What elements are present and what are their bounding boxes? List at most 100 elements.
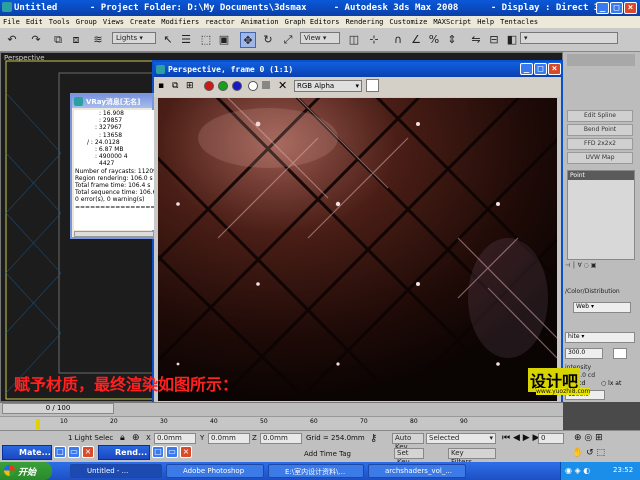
move-icon[interactable]: ✥ [240,32,256,48]
command-panel-tabs[interactable] [567,54,635,66]
key-filters-button[interactable]: Key Filters... [448,448,496,466]
red-channel-icon[interactable] [204,81,214,91]
viewport-label[interactable]: Perspective [4,54,45,62]
x-coordinate-field[interactable]: 0.0mm [154,433,196,444]
menu-reactor[interactable]: reactor [202,16,238,26]
selection-filter-dropdown[interactable]: Lights ▾ [112,32,156,44]
modifier-bend-button[interactable]: Bend Point [567,124,633,136]
absolute-mode-icon[interactable]: ⊕ [132,433,140,443]
modifier-ffd-button[interactable]: FFD 2x2x2 [567,138,633,150]
viewport-nav-icons[interactable]: ⊕ ◎ ⊞ [574,433,603,443]
mirror-icon[interactable]: ⇋ [468,32,484,48]
color-swatch[interactable] [366,79,379,92]
taskbar-item-archshaders[interactable]: archshaders_vol_... [368,464,466,478]
modifier-uvw-map-button[interactable]: UVW Map [567,152,633,164]
menu-file[interactable]: File [0,16,23,26]
menu-rendering[interactable]: Rendering [342,16,386,26]
menu-customize[interactable]: Customize [386,16,430,26]
pivot-center-icon[interactable]: ◫ [346,32,362,48]
modifier-stack-item[interactable]: Point [568,171,634,180]
menu-modifiers[interactable]: Modifiers [158,16,202,26]
render-close-button[interactable]: × [548,63,561,75]
taskbar-item-explorer[interactable]: E:\室内设计资料\... [268,464,364,478]
modifier-stack-list[interactable]: Point [567,170,635,260]
green-channel-icon[interactable] [218,81,228,91]
y-coordinate-field[interactable]: 0.0mm [208,433,250,444]
render-maximize-button[interactable]: □ [534,63,547,75]
menu-tentacles[interactable]: Tentacles [497,16,541,26]
kelvin-field[interactable]: 300.0 [565,348,603,359]
mini-maximize-button[interactable]: ▭ [68,446,80,458]
scale-icon[interactable]: ⤢ [280,32,296,48]
maximize-button[interactable]: □ [610,2,623,14]
named-selection-dropdown[interactable]: ▾ [520,32,618,44]
unlink-icon[interactable]: ⧈ [68,32,84,48]
mini-close-button[interactable]: × [82,446,94,458]
spinner-snap-icon[interactable]: ⇕ [444,32,460,48]
z-coordinate-field[interactable]: 0.0mm [260,433,302,444]
undo-icon[interactable]: ↶ [4,32,20,48]
redo-icon[interactable]: ↷ [28,32,44,48]
track-bar[interactable]: 10 20 30 40 50 60 70 80 90 [0,416,563,430]
select-object-icon[interactable]: ↖ [160,32,176,48]
lock-selection-icon[interactable]: 🔒︎ [120,433,125,443]
viewport-nav-icons-2[interactable]: ✋ ↺ ⬚ [572,448,605,458]
align-icon[interactable]: ⊟ [486,32,502,48]
monochrome-icon[interactable] [262,81,270,89]
close-button[interactable]: × [624,2,637,14]
mini-maximize-button[interactable]: ▭ [166,446,178,458]
clock[interactable]: 23:52 [613,466,633,474]
time-slider-thumb[interactable]: 0 / 100 [2,403,114,414]
rotate-icon[interactable]: ↻ [260,32,276,48]
bind-spacewarp-icon[interactable]: ≋ [90,32,106,48]
minimize-button[interactable]: _ [596,2,609,14]
mini-close-button[interactable]: × [180,446,192,458]
save-image-icon[interactable]: ▪ [158,81,164,91]
tray-icons[interactable]: ◉ ◈ ◐ [565,466,590,475]
current-frame-field[interactable]: 0 [538,433,564,444]
render-minimize-button[interactable]: _ [520,63,533,75]
alpha-channel-icon[interactable] [248,81,258,91]
menu-help[interactable]: Help [474,16,497,26]
render-setup-minimized[interactable]: Rend... [98,445,150,460]
select-by-name-icon[interactable]: ☰ [178,32,194,48]
add-time-tag[interactable]: Add Time Tag [304,450,351,458]
menu-create[interactable]: Create [127,16,158,26]
taskbar-item-photoshop[interactable]: Adobe Photoshop [166,464,264,478]
layer-manager-icon[interactable]: ◧ [504,32,520,48]
channel-dropdown[interactable]: RGB Alpha ▾ [294,80,362,92]
clear-icon[interactable]: ✕ [278,79,287,92]
menu-tools[interactable]: Tools [46,16,73,26]
vray-dialog-scrollbar[interactable] [74,231,154,237]
set-key-button[interactable]: Set Key [394,448,424,466]
auto-key-button[interactable]: Auto Key [392,433,424,451]
snaps-toggle-icon[interactable]: ∩ [390,32,406,48]
key-mode-dropdown[interactable]: Selected ▾ [426,433,496,444]
material-editor-minimized[interactable]: Mate... [2,445,52,460]
modifier-edit-spline-button[interactable]: Edit Spline [567,110,633,122]
menu-group[interactable]: Group [73,16,100,26]
copy-image-icon[interactable]: ⧉ [172,81,178,91]
stack-controls-icons[interactable]: ⊣ │ ∀ ◌ ▣ [565,262,637,272]
window-crossing-icon[interactable]: ▣ [216,32,232,48]
percent-snap-icon[interactable]: % [426,32,442,48]
menu-views[interactable]: Views [100,16,127,26]
key-icon[interactable]: ⚷ [370,433,377,444]
distribution-dropdown[interactable]: Web ▾ [573,302,631,313]
filter-color-swatch[interactable] [613,348,627,359]
color-dropdown[interactable]: hite ▾ [565,332,635,343]
link-icon[interactable]: ⧉ [50,32,66,48]
menu-animation[interactable]: Animation [238,16,282,26]
taskbar-item-3dsmax[interactable]: Untitled - ... [70,464,162,478]
select-manipulate-icon[interactable]: ⊹ [366,32,382,48]
mini-restore-button[interactable]: □ [54,446,66,458]
angle-snap-icon[interactable]: ∠ [408,32,424,48]
clone-window-icon[interactable]: ⊞ [186,81,194,91]
lx-radio[interactable]: ○ lx at [601,380,621,387]
menu-graph-editors[interactable]: Graph Editors [282,16,343,26]
menu-edit[interactable]: Edit [23,16,46,26]
menu-maxscript[interactable]: MAXScript [430,16,474,26]
region-select-icon[interactable]: ⬚ [198,32,214,48]
blue-channel-icon[interactable] [232,81,242,91]
reference-coordinate-dropdown[interactable]: View ▾ [300,32,340,44]
